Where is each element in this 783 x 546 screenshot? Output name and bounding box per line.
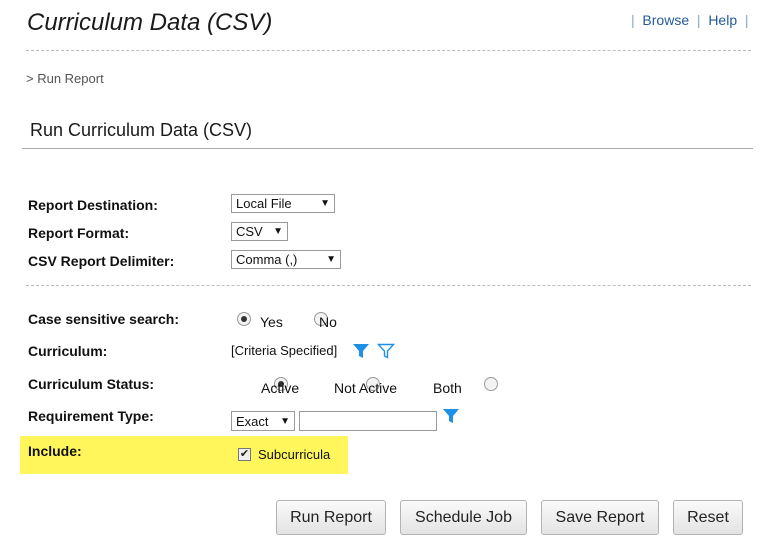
section-heading: Run Curriculum Data (CSV) bbox=[30, 120, 253, 140]
status-both-label: Both bbox=[433, 380, 462, 396]
case-sensitive-yes-radio[interactable] bbox=[237, 312, 251, 326]
help-link[interactable]: Help bbox=[708, 12, 737, 28]
subcurricula-checkbox[interactable]: ✔ bbox=[238, 448, 251, 461]
page-title: Curriculum Data (CSV) bbox=[27, 9, 273, 36]
link-separator: | bbox=[696, 12, 701, 28]
requirement-type-input[interactable] bbox=[299, 411, 437, 431]
report-destination-label: Report Destination: bbox=[28, 197, 158, 213]
chevron-down-icon: ▼ bbox=[280, 415, 290, 427]
case-sensitive-yes-label: Yes bbox=[260, 314, 283, 330]
curriculum-status-label: Curriculum Status: bbox=[28, 376, 155, 392]
chevron-down-icon: ▼ bbox=[273, 226, 283, 237]
report-format-select[interactable]: CSV ▼ bbox=[231, 222, 288, 241]
report-destination-value: Local File bbox=[236, 196, 292, 211]
chevron-down-icon: ▼ bbox=[320, 198, 330, 209]
schedule-job-button[interactable]: Schedule Job bbox=[400, 500, 527, 535]
report-format-label: Report Format: bbox=[28, 225, 130, 241]
breadcrumb: > Run Report bbox=[26, 71, 104, 86]
top-links: | Browse | Help | bbox=[631, 12, 749, 28]
run-report-button[interactable]: Run Report bbox=[276, 500, 386, 535]
subcurricula-label: Subcurricula bbox=[258, 447, 331, 462]
reset-button[interactable]: Reset bbox=[673, 500, 743, 535]
chevron-down-icon: ▼ bbox=[326, 254, 336, 265]
csv-delimiter-select[interactable]: Comma (,) ▼ bbox=[231, 250, 341, 269]
case-sensitive-label: Case sensitive search: bbox=[28, 311, 179, 327]
filter-filled-icon[interactable] bbox=[442, 407, 460, 425]
report-destination-select[interactable]: Local File ▼ bbox=[231, 194, 335, 213]
header-divider bbox=[26, 50, 751, 51]
filter-filled-icon[interactable] bbox=[352, 342, 370, 360]
csv-delimiter-label: CSV Report Delimiter: bbox=[28, 253, 175, 269]
curriculum-label: Curriculum: bbox=[28, 343, 108, 359]
filter-outline-icon[interactable] bbox=[376, 342, 396, 360]
curriculum-criteria[interactable]: [Criteria Specified] bbox=[231, 343, 337, 358]
status-not-active-label: Not Active bbox=[334, 380, 398, 396]
requirement-match-value: Exact bbox=[236, 413, 269, 429]
link-separator: | bbox=[631, 12, 635, 28]
csv-delimiter-value: Comma (,) bbox=[236, 252, 298, 267]
status-both-radio[interactable] bbox=[483, 377, 498, 391]
section-divider bbox=[26, 285, 751, 286]
include-label: Include: bbox=[28, 443, 82, 459]
report-format-value: CSV bbox=[236, 224, 263, 239]
status-active-label: Active bbox=[261, 380, 300, 396]
save-report-button[interactable]: Save Report bbox=[541, 500, 659, 535]
requirement-type-label: Requirement Type: bbox=[28, 408, 154, 424]
link-separator: | bbox=[744, 12, 749, 28]
case-sensitive-no-label: No bbox=[319, 314, 337, 330]
heading-rule bbox=[22, 148, 753, 149]
browse-link[interactable]: Browse bbox=[642, 12, 689, 28]
requirement-match-select[interactable]: Exact ▼ bbox=[231, 411, 295, 431]
